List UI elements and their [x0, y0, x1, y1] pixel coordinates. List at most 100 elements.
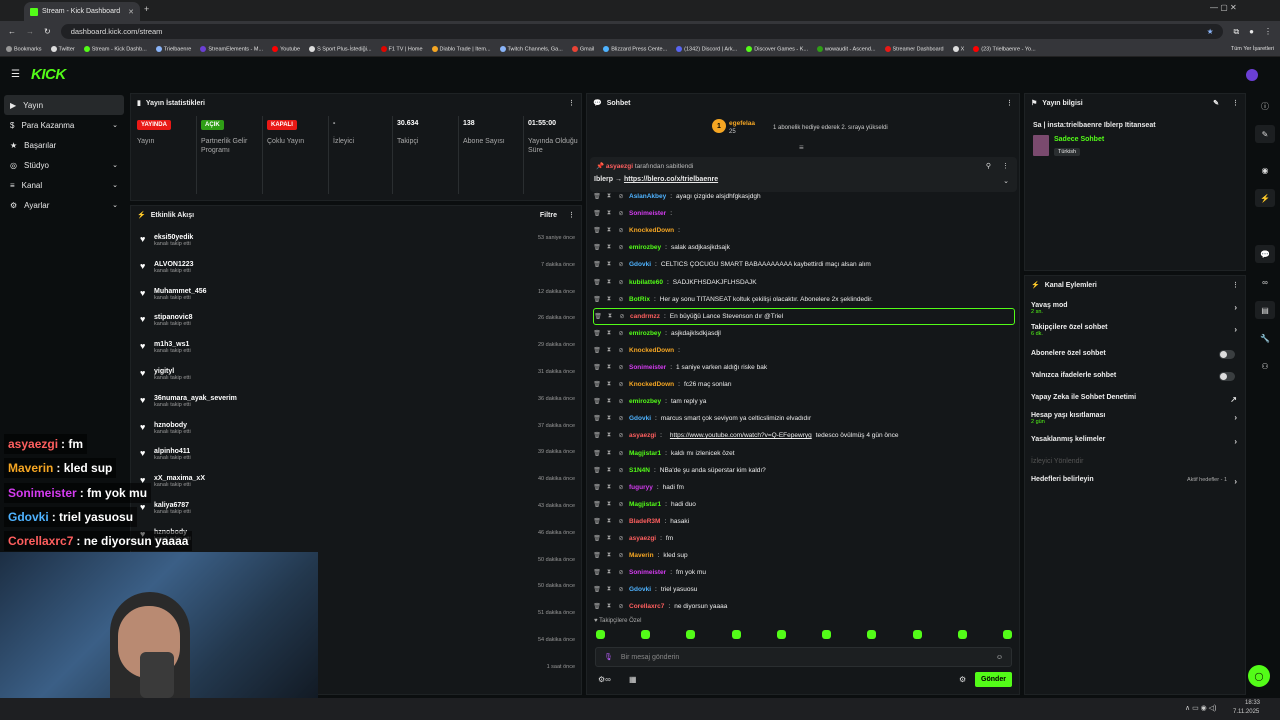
chat-message[interactable]: 🗑 ⧗ ⊘ S1N4N: NBa'de şu anda süperstar kim ka…: [593, 462, 1015, 479]
channel-action-row[interactable]: Yasaklanmış kelimeler ›: [1031, 436, 1241, 446]
bookmark-item[interactable]: X: [952, 45, 964, 52]
mod-ban-icon[interactable]: ⊘: [617, 586, 625, 593]
chat-message[interactable]: 🗑 ⧗ ⊘ Sonimeister:: [593, 205, 1015, 222]
chat-message[interactable]: 🗑 ⧗ ⊘ emirozbey: salak asdjkasjkdsajk: [593, 239, 1015, 256]
mod-delete-icon[interactable]: 🗑: [593, 364, 601, 371]
mod-timeout-icon[interactable]: ⧗: [605, 484, 613, 491]
chat-icon[interactable]: 💬: [1255, 245, 1275, 263]
toggle-switch[interactable]: [1219, 372, 1235, 381]
category-name[interactable]: Sadece Sohbet: [1054, 136, 1104, 143]
mod-timeout-icon[interactable]: ⧗: [605, 603, 613, 610]
follower-name[interactable]: hznobody: [154, 422, 191, 429]
mod-delete-icon[interactable]: 🗑: [593, 603, 601, 610]
more-options-icon[interactable]: ⋮: [1002, 162, 1009, 170]
pinned-by-user[interactable]: asyaezgi: [606, 163, 633, 170]
list-item[interactable]: ♥ 36numara_ayak_severim kanalı takip etti 3…: [140, 392, 575, 419]
list-item[interactable]: ♥ stipanovic8 kanalı takip etti 26 dakika ö…: [140, 311, 575, 338]
mod-ban-icon[interactable]: ⊘: [617, 347, 625, 354]
more-options-icon[interactable]: ⋮: [1006, 99, 1013, 107]
chat-message[interactable]: 🗑 ⧗ ⊘ AslanAkbey: ayagı çizgide alsjdhfgkasj…: [593, 188, 1015, 205]
mod-ban-icon[interactable]: ⊘: [617, 603, 625, 610]
emote-icon[interactable]: [686, 630, 696, 639]
new-tab-icon[interactable]: +: [144, 4, 149, 14]
chat-username[interactable]: emirozbey: [629, 330, 661, 337]
mod-delete-icon[interactable]: 🗑: [593, 210, 601, 217]
mod-ban-icon[interactable]: ⊘: [617, 244, 625, 251]
card-icon[interactable]: ▤: [1255, 301, 1275, 319]
mod-delete-icon[interactable]: 🗑: [594, 313, 602, 320]
wrench-icon[interactable]: 🔧: [1255, 329, 1275, 347]
list-item[interactable]: ♥ eksi50yedik kanalı takip etti 53 saniye ö…: [140, 231, 575, 258]
chat-username[interactable]: KnockedDown: [629, 381, 674, 388]
channel-action-row[interactable]: Yalnızca ifadelerle sohbet: [1031, 372, 1241, 381]
mod-delete-icon[interactable]: 🗑: [593, 432, 601, 439]
mod-timeout-icon[interactable]: ⧗: [605, 193, 613, 200]
mod-delete-icon[interactable]: 🗑: [593, 586, 601, 593]
chat-message[interactable]: 🗑 ⧗ ⊘ KnockedDown: fc26 maç sonları: [593, 376, 1015, 393]
more-options-icon[interactable]: ⋮: [1232, 99, 1239, 107]
mod-timeout-icon[interactable]: ⧗: [605, 450, 613, 457]
chat-message[interactable]: 🗑 ⧗ ⊘ candrmzz: En büyüğü Lance Stevenson dı…: [593, 307, 1015, 325]
mod-delete-icon[interactable]: 🗑: [593, 569, 601, 576]
more-options-icon[interactable]: ⋮: [1232, 281, 1239, 289]
mod-timeout-icon[interactable]: ⧗: [605, 398, 613, 405]
edit-icon[interactable]: ✎: [1255, 125, 1275, 143]
channel-action-row[interactable]: Yapay Zeka ile Sohbet Denetimi ↗: [1031, 394, 1241, 404]
emoji-icon[interactable]: ☺: [996, 654, 1003, 661]
mod-ban-icon[interactable]: ⊘: [617, 552, 625, 559]
emote-icon[interactable]: [641, 630, 651, 639]
chat-username[interactable]: Sonimeister: [629, 569, 666, 576]
chevron-down-icon[interactable]: ⌄: [1003, 177, 1009, 185]
bookmark-item[interactable]: wowaudit - Ascend...: [817, 45, 876, 52]
chat-message[interactable]: 🗑 ⧗ ⊘ Gdovki: triel yasuosu: [593, 581, 1015, 598]
follower-name[interactable]: ALVON1223: [154, 261, 194, 268]
chat-input[interactable]: 🎙 Bir mesaj gönderin ☺: [595, 647, 1012, 667]
more-options-icon[interactable]: ⋮: [568, 99, 575, 107]
all-bookmarks[interactable]: Tüm Yer İşaretleri: [1231, 46, 1274, 52]
chevron-down-icon[interactable]: ⌄: [112, 201, 118, 209]
emote-icon[interactable]: [1002, 630, 1012, 639]
chat-message[interactable]: 🗑 ⧗ ⊘ emirozbey: asjkdajklsdkjasdjl: [593, 325, 1015, 342]
chat-message[interactable]: 🗑 ⧗ ⊘ kubilatte60: SADJKFHSDAKJFLHSDAJK: [593, 274, 1015, 291]
chat-username[interactable]: KnockedDown: [629, 227, 674, 234]
toggle-switch[interactable]: [1219, 350, 1235, 359]
chat-message[interactable]: 🗑 ⧗ ⊘ Sonimeister:1 saniye varken aldığı ri…: [593, 359, 1015, 376]
mod-ban-icon[interactable]: ⊘: [617, 193, 625, 200]
mod-timeout-icon[interactable]: ⧗: [605, 227, 613, 234]
support-chat-icon[interactable]: ◯: [1248, 665, 1270, 687]
follower-name[interactable]: Muhammet_456: [154, 288, 207, 295]
chat-message[interactable]: 🗑 ⧗ ⊘ Gdovki: CELTICS ÇOCUGU SMART BABAAAAAA…: [593, 256, 1015, 273]
forward-icon[interactable]: →: [26, 27, 34, 36]
bookmark-star-icon[interactable]: ★: [1207, 27, 1214, 36]
chat-message[interactable]: 🗑 ⧗ ⊘ Corellaxrc7: ne diyorsun yaaaa: [593, 598, 1015, 615]
mod-ban-icon[interactable]: ⊘: [617, 279, 625, 286]
chat-message[interactable]: 🗑 ⧗ ⊘ Sonimeister: fm yok mu: [593, 564, 1015, 581]
mod-timeout-icon[interactable]: ⧗: [605, 261, 613, 268]
chat-username[interactable]: S1N4N: [629, 467, 650, 474]
extensions-icon[interactable]: ⧉: [1233, 27, 1239, 37]
bookmark-item[interactable]: (23) Trielbaenre - Yo...: [973, 45, 1036, 52]
channel-action-row[interactable]: İzleyici Yönlendir: [1031, 458, 1241, 465]
chat-username[interactable]: Magjistar1: [629, 501, 661, 508]
chat-username[interactable]: candrmzz: [630, 313, 660, 320]
list-item[interactable]: ♥ m1h3_ws1 kanalı takip etti 29 dakika önce: [140, 338, 575, 365]
chat-message[interactable]: 🗑 ⧗ ⊘ BotRix: Her ay sonu TITANSEAT koltuk ç…: [593, 291, 1015, 308]
mod-delete-icon[interactable]: 🗑: [593, 415, 601, 422]
chevron-down-icon[interactable]: ⌄: [112, 181, 118, 189]
mod-timeout-icon[interactable]: ⧗: [605, 569, 613, 576]
rewards-icon[interactable]: ⚙∞: [598, 675, 611, 684]
chat-username[interactable]: Maverin: [629, 552, 654, 559]
bookmark-item[interactable]: Trielbaenre: [155, 45, 191, 52]
mod-ban-icon[interactable]: ⊘: [617, 296, 625, 303]
mod-delete-icon[interactable]: 🗑: [593, 244, 601, 251]
more-options-icon[interactable]: ⋮: [568, 211, 575, 219]
chat-username[interactable]: Gdovki: [629, 261, 651, 268]
mod-delete-icon[interactable]: 🗑: [593, 347, 601, 354]
mod-delete-icon[interactable]: 🗑: [593, 501, 601, 508]
chat-username[interactable]: Gdovki: [629, 586, 651, 593]
mod-timeout-icon[interactable]: ⧗: [605, 552, 613, 559]
chat-username[interactable]: BladeR3M: [629, 518, 660, 525]
chevron-right-icon[interactable]: ›: [1234, 303, 1237, 312]
list-item[interactable]: ♥ yigityl kanalı takip etti 31 dakika önce: [140, 365, 575, 392]
chat-settings-icon[interactable]: ⚙: [959, 675, 966, 684]
